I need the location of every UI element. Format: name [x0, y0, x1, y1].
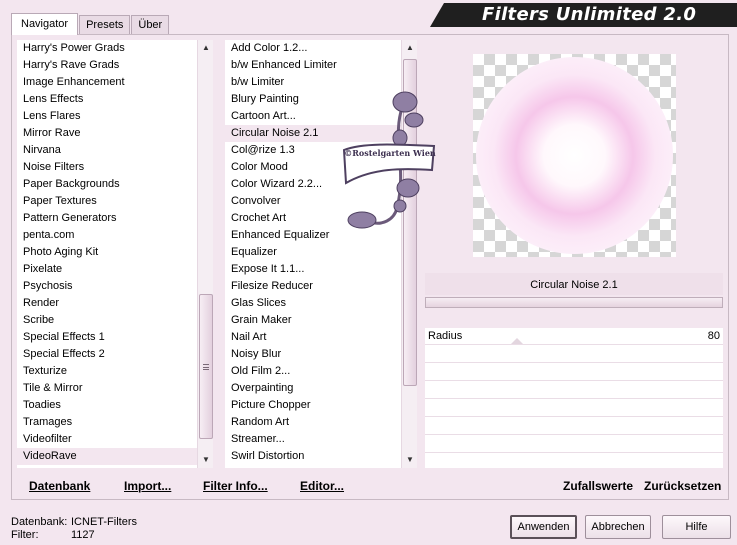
parameter-button-bar: Zufallswerte Zurücksetzen: [425, 472, 725, 499]
param-value: 80: [707, 330, 720, 342]
list-item[interactable]: Picture Chopper: [225, 397, 401, 414]
list-item[interactable]: Lens Effects: [17, 91, 197, 108]
param-label: Radius: [428, 330, 463, 342]
list-item[interactable]: Psychosis: [17, 278, 197, 295]
filter-info-button[interactable]: Filter Info...: [203, 479, 268, 493]
list-item[interactable]: Lens Flares: [17, 108, 197, 125]
scroll-up-icon[interactable]: ▲: [198, 40, 214, 56]
list-item[interactable]: Grain Maker: [225, 312, 401, 329]
param-row-empty: [425, 400, 723, 417]
list-item[interactable]: Random Art: [225, 414, 401, 431]
category-scrollbar[interactable]: ▲ ▼: [197, 40, 213, 468]
watermark-text: ©Rostelgarten Wien: [344, 148, 436, 158]
param-row-empty: [425, 382, 723, 399]
param-row-radius[interactable]: Radius 80: [425, 328, 723, 345]
database-value: ICNET-Filters: [71, 516, 137, 528]
list-item[interactable]: Swirl Distortion: [225, 448, 401, 465]
list-item[interactable]: Old Film 2...: [225, 363, 401, 380]
list-item[interactable]: VideoRave: [17, 448, 197, 465]
reset-button[interactable]: Zurücksetzen: [644, 479, 721, 493]
filter-count-label: Filter:: [11, 529, 39, 541]
list-item[interactable]: Noise Filters: [17, 159, 197, 176]
list-item[interactable]: Streamer...: [225, 431, 401, 448]
preview-image: [473, 54, 676, 257]
slider-marker[interactable]: [511, 338, 523, 344]
list-item[interactable]: Paper Backgrounds: [17, 176, 197, 193]
param-row-empty: [425, 436, 723, 453]
list-item[interactable]: Photo Aging Kit: [17, 244, 197, 261]
param-row-empty: [425, 364, 723, 381]
list-item[interactable]: Tramages: [17, 414, 197, 431]
editor-button[interactable]: Editor...: [300, 479, 344, 493]
list-item[interactable]: penta.com: [17, 227, 197, 244]
list-item[interactable]: Videofilter: [17, 431, 197, 448]
category-list[interactable]: Harry's Power Grads Harry's Rave Grads Ima…: [17, 40, 197, 468]
database-button[interactable]: Datenbank: [29, 479, 90, 493]
list-item[interactable]: Nail Art: [225, 329, 401, 346]
list-item[interactable]: Pattern Generators: [17, 210, 197, 227]
list-item[interactable]: Overpainting: [225, 380, 401, 397]
list-item[interactable]: Scribe: [17, 312, 197, 329]
list-item[interactable]: Special Effects 2: [17, 346, 197, 363]
list-item[interactable]: Special Effects 1: [17, 329, 197, 346]
list-item[interactable]: Noisy Blur: [225, 346, 401, 363]
param-row-empty: [425, 346, 723, 363]
scroll-down-icon[interactable]: ▼: [402, 452, 418, 468]
list-item[interactable]: Add Color 1.2...: [225, 40, 401, 57]
list-item[interactable]: Equalizer: [225, 244, 401, 261]
scroll-thumb[interactable]: [199, 294, 213, 439]
list-item[interactable]: Harry's Rave Grads: [17, 57, 197, 74]
scroll-down-icon[interactable]: ▼: [198, 452, 214, 468]
list-item[interactable]: Texturize: [17, 363, 197, 380]
help-button[interactable]: Hilfe: [662, 515, 731, 539]
list-item[interactable]: Tile & Mirror: [17, 380, 197, 397]
list-item[interactable]: Image Enhancement: [17, 74, 197, 91]
list-item[interactable]: Toadies: [17, 397, 197, 414]
list-item[interactable]: Paper Textures: [17, 193, 197, 210]
app-title: Filters Unlimited 2.0: [430, 3, 737, 27]
database-label: Datenbank:: [11, 516, 68, 528]
circular-noise-preview: [476, 57, 673, 254]
tab-bar: Navigator Presets Über: [11, 13, 170, 35]
param-row-empty: [425, 418, 723, 435]
list-item[interactable]: Nirvana: [17, 142, 197, 159]
list-item[interactable]: Harry's Power Grads: [17, 40, 197, 57]
selected-filter-name: Circular Noise 2.1: [425, 273, 723, 295]
list-item[interactable]: Filesize Reducer: [225, 278, 401, 295]
watermark-stamp: ©Rostelgarten Wien: [342, 91, 436, 229]
apply-button[interactable]: Anwenden: [510, 515, 577, 539]
list-item[interactable]: Expose It 1.1...: [225, 261, 401, 278]
tab-navigator[interactable]: Navigator: [11, 13, 79, 35]
list-item[interactable]: b/w Enhanced Limiter: [225, 57, 401, 74]
list-item[interactable]: Glas Slices: [225, 295, 401, 312]
tab-presets[interactable]: Presets: [79, 15, 131, 35]
filter-count-value: 1127: [71, 529, 95, 541]
tab-about[interactable]: Über: [131, 15, 170, 35]
navigator-button-bar: Datenbank Import... Filter Info... Edito…: [17, 472, 417, 499]
list-item[interactable]: Mirror Rave: [17, 125, 197, 142]
parameter-panel: Radius 80: [425, 328, 723, 468]
import-button[interactable]: Import...: [124, 479, 171, 493]
list-item[interactable]: Render: [17, 295, 197, 312]
list-item[interactable]: Pixelate: [17, 261, 197, 278]
progress-bar: [425, 297, 723, 308]
cancel-button[interactable]: Abbrechen: [585, 515, 651, 539]
scroll-up-icon[interactable]: ▲: [402, 40, 418, 56]
random-values-button[interactable]: Zufallswerte: [563, 479, 633, 493]
